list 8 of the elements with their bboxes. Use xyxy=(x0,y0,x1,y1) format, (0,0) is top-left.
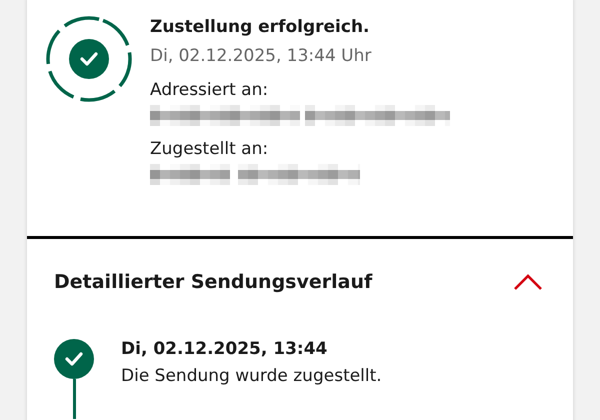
status-date: Di, 02.12.2025, 13:44 Uhr xyxy=(150,45,372,67)
event-description: Die Sendung wurde zugestellt. xyxy=(121,365,382,387)
status-title: Zustellung erfolgreich. xyxy=(150,16,370,38)
section-title: Detaillierter Sendungsverlauf xyxy=(54,270,372,295)
recipient-label: Adressiert an: xyxy=(150,79,268,101)
collapse-chevron-icon[interactable] xyxy=(513,273,543,291)
recipient-label: Zugestellt an: xyxy=(150,138,268,160)
event-date: Di, 02.12.2025, 13:44 xyxy=(121,338,328,360)
